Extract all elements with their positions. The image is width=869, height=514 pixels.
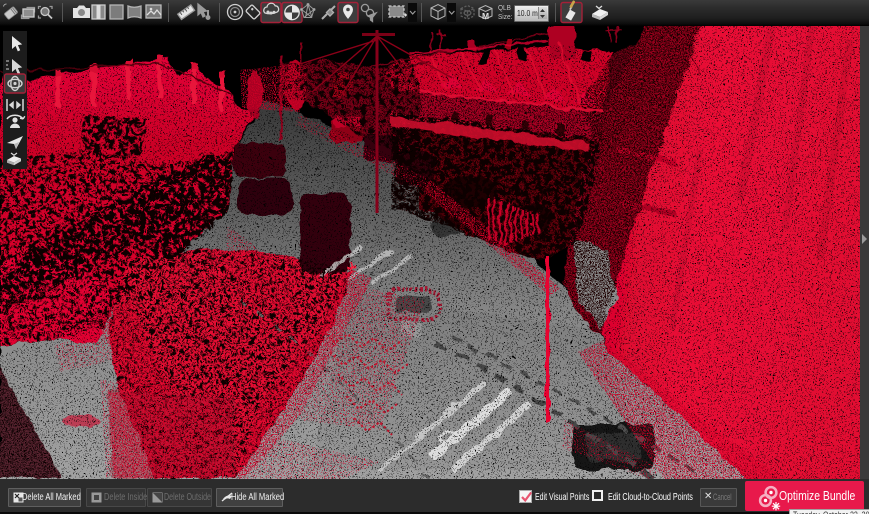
svg-text:M: M (482, 11, 489, 21)
